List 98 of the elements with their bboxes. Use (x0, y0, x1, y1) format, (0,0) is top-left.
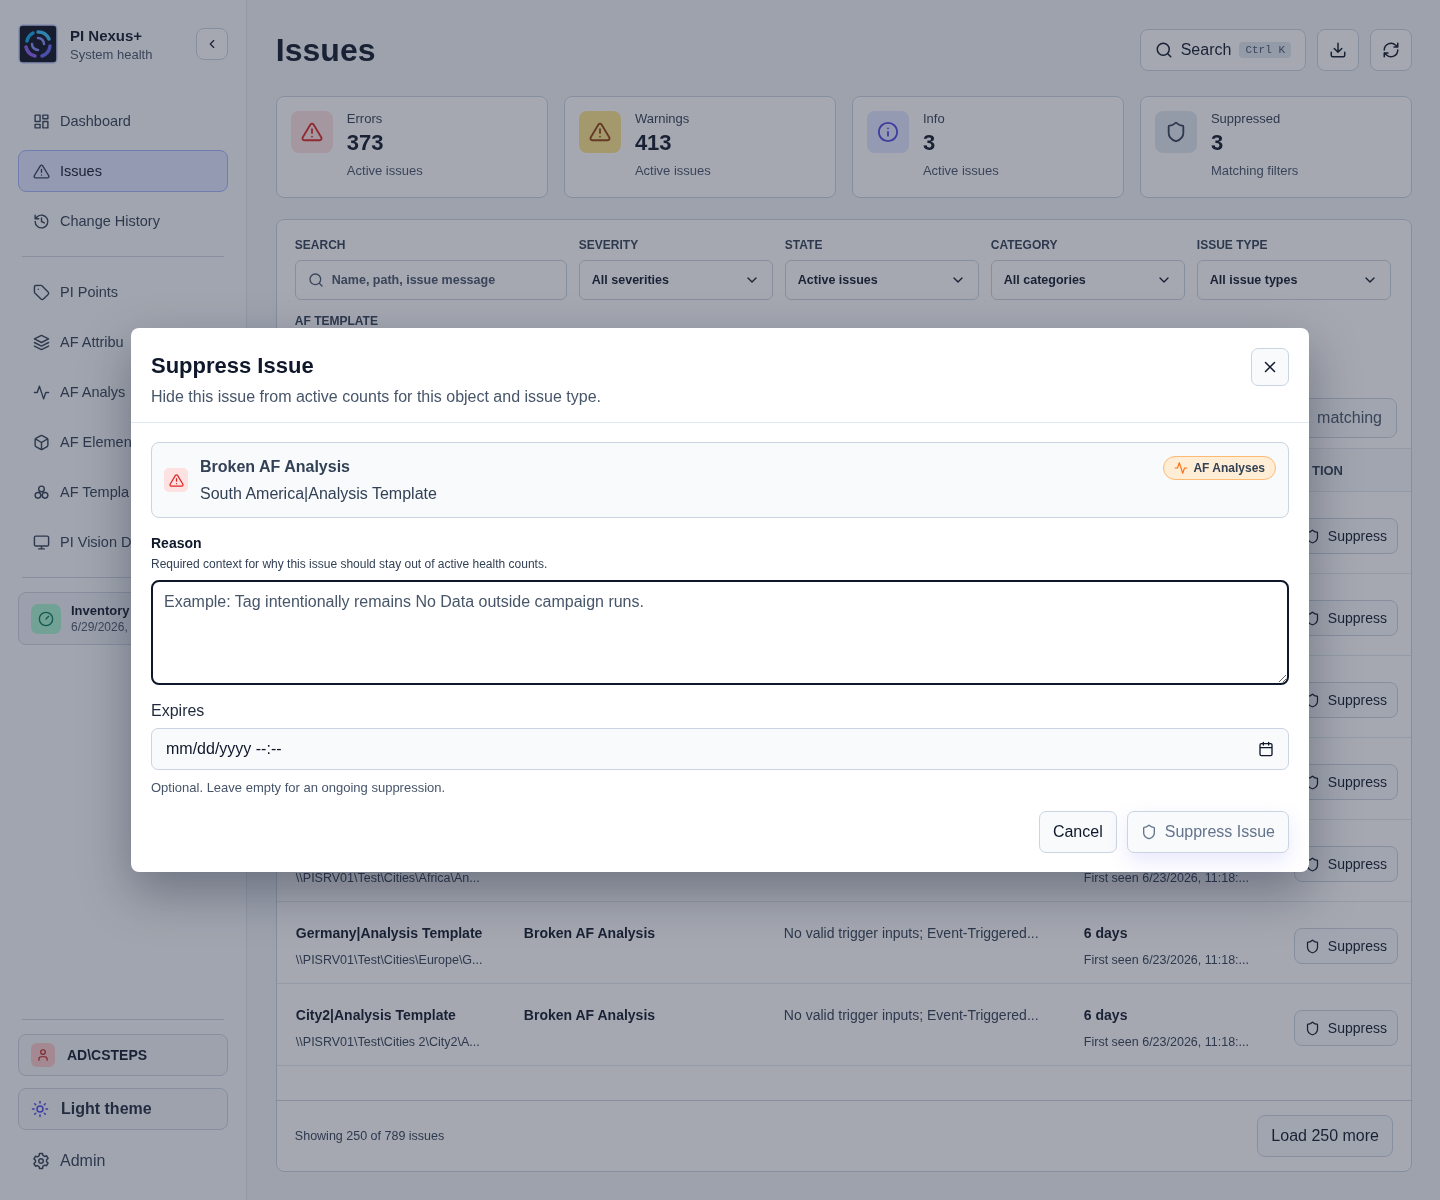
nav-item[interactable]: Issues (18, 150, 228, 192)
nav-item[interactable]: Dashboard (18, 100, 228, 142)
category-badge: AF Analyses (1163, 456, 1276, 480)
table-cell-text: 6 days (1083, 1007, 1129, 1023)
shield-icon (1304, 1020, 1320, 1036)
pulse-icon (1174, 461, 1189, 475)
filter-label: STATE (784, 238, 824, 252)
refresh-icon (1382, 41, 1400, 59)
reason-label: Reason (151, 535, 203, 551)
refresh-button[interactable] (1370, 29, 1412, 71)
stat-caption: Active issues (922, 163, 999, 178)
stat-caption: Active issues (634, 163, 711, 178)
warning-icon (588, 121, 611, 143)
circles-icon (33, 483, 50, 501)
layers-icon (33, 333, 50, 351)
filter-label: CATEGORY (990, 238, 1059, 252)
nav-item[interactable]: PI Points (18, 271, 228, 313)
stat-label: Info (922, 111, 946, 126)
stat-label: Errors (346, 111, 384, 126)
table-cell-text: No valid trigger inputs; Event-Triggered... (783, 1007, 1040, 1023)
table-cell-text: \\PISRV01\Test\Cities 2\City2\A... (295, 1035, 481, 1049)
stat-label: Suppressed (1210, 111, 1282, 126)
filter-dropdown[interactable]: Active issues (784, 260, 979, 300)
search-icon (1154, 41, 1173, 59)
search-field[interactable]: Name, path, issue message (294, 260, 567, 300)
cancel-button[interactable]: Cancel (1038, 811, 1117, 853)
inventory-title: Inventory (71, 603, 130, 618)
shortcut-hint: Ctrl K (1239, 42, 1291, 58)
stat-value: 3 (1210, 130, 1225, 156)
gauge-icon (38, 610, 54, 627)
nav-item[interactable]: Change History (18, 200, 228, 242)
stat-value: 373 (346, 130, 385, 156)
table-cell-text: \\PISRV01\Test\Cities\Africa\An... (295, 871, 481, 885)
dialog-title: Suppress Issue (151, 353, 315, 379)
inventory-date: 6/29/2026, (71, 620, 129, 634)
filter-label: AF TEMPLATE (294, 314, 379, 328)
shield-icon (1304, 938, 1320, 954)
dashboard-icon (33, 112, 50, 130)
close-button[interactable] (1251, 348, 1289, 386)
table-cell-text: City2|Analysis Template (295, 1007, 457, 1023)
page-title: Issues (275, 31, 376, 69)
filter-dropdown[interactable]: All issue types (1196, 260, 1391, 300)
filter-label: SEVERITY (578, 238, 640, 252)
filter-dropdown[interactable]: All categories (990, 260, 1185, 300)
column-header: TION (1311, 462, 1343, 478)
download-button[interactable] (1317, 29, 1359, 71)
load-more-button[interactable]: Load 250 more (1257, 1115, 1393, 1157)
filter-dropdown[interactable]: All severities (578, 260, 773, 300)
warning-icon (33, 162, 50, 180)
search-button[interactable]: Search Ctrl K (1139, 29, 1306, 71)
table-cell-text: No valid trigger inputs; Event-Triggered... (783, 925, 1040, 941)
search-icon (307, 272, 324, 288)
sun-icon (31, 1100, 49, 1118)
results-summary: Showing 250 of 789 issues (294, 1129, 445, 1143)
history-icon (33, 212, 50, 230)
user-button[interactable]: AD\CSTEPS (18, 1034, 228, 1076)
monitor-icon (33, 533, 50, 551)
expires-help: Optional. Leave empty for an ongoing suppression. (151, 780, 447, 795)
theme-button[interactable]: Light theme (18, 1088, 228, 1130)
issue-object: South America|Analysis Template (200, 484, 437, 503)
table-cell-text: \\PISRV01\Test\Cities\Europe\G... (295, 953, 484, 967)
warning-icon (168, 472, 184, 488)
download-icon (1329, 41, 1347, 59)
table-cell-text: Germany|Analysis Template (295, 925, 484, 941)
gear-icon (32, 1152, 50, 1170)
stat-value: 413 (634, 130, 673, 156)
table-cell-text: First seen 6/23/2026, 11:18:... (1083, 953, 1250, 967)
stat-label: Warnings (634, 111, 691, 126)
expires-field[interactable]: mm/dd/yyyy --:-- (151, 728, 1289, 770)
warning-icon (300, 121, 323, 143)
table-cell-text: Broken AF Analysis (523, 1007, 657, 1023)
table-cell-text: Broken AF Analysis (523, 925, 657, 941)
filter-label: SEARCH (294, 238, 347, 252)
stat-caption: Active issues (346, 163, 423, 178)
table-cell-text: First seen 6/23/2026, 11:18:... (1083, 871, 1250, 885)
tag-icon (33, 283, 50, 301)
app-subtitle: System health (70, 46, 154, 62)
app-name: PI Nexus+ (70, 26, 144, 44)
table-cell-text: First seen 6/23/2026, 11:18:... (1083, 1035, 1250, 1049)
filter-label: ISSUE TYPE (1196, 238, 1269, 252)
reason-field[interactable]: Example: Tag intentionally remains No Data outside campaign runs. (151, 580, 1289, 685)
logo-icon (18, 24, 58, 64)
pulse-icon (33, 383, 50, 401)
suppress-button[interactable]: Suppress (1293, 928, 1398, 964)
reason-help: Required context for why this issue should stay out of active health counts. (151, 557, 549, 571)
stat-value: 3 (922, 130, 937, 156)
info-icon (876, 121, 899, 143)
suppress-button[interactable]: Suppress (1293, 1010, 1398, 1046)
calendar-icon (1258, 741, 1274, 757)
admin-link[interactable]: Admin (18, 1142, 228, 1180)
expires-label: Expires (151, 702, 206, 720)
stat-caption: Matching filters (1210, 163, 1299, 178)
user-icon (36, 1048, 50, 1062)
table-cell-text: 6 days (1083, 925, 1129, 941)
dialog-subtitle: Hide this issue from active counts for this object and issue type. (151, 388, 601, 406)
issue-type: Broken AF Analysis (200, 457, 350, 476)
shield-icon (1140, 824, 1157, 840)
cube-icon (33, 433, 50, 451)
